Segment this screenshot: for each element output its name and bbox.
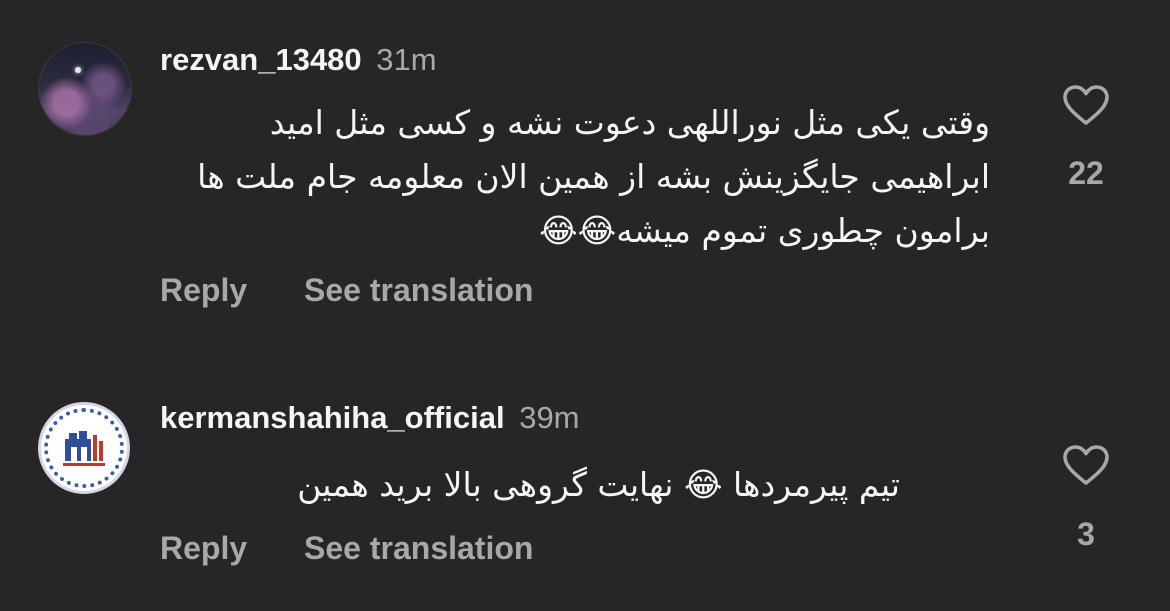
moon-decoration [75,67,81,73]
avatar[interactable] [38,402,130,494]
like-count: 3 [1077,516,1095,552]
comment-text: تیم پیرمردها 😂 نهایت گروهی بالا برید همی… [297,465,900,504]
comment-actions: Reply See translation [160,530,533,567]
see-translation-button[interactable]: See translation [304,530,533,566]
like-count: 22 [1068,155,1104,191]
comment-item: rezvan_13480 31m وقتی یکی مثل نوراللهی د… [0,0,1170,340]
reply-button[interactable]: Reply [160,530,247,566]
comment-header: rezvan_13480 31m [160,42,437,78]
kermanshahiha-logo-icon [63,431,105,466]
see-translation-button[interactable]: See translation [304,272,533,308]
avatar[interactable] [38,42,132,136]
heart-outline-icon[interactable] [1062,84,1110,126]
comment-timestamp: 31m [376,42,437,77]
comment-text: وقتی یکی مثل نوراللهی دعوت نشه و کسی مثل… [197,103,990,250]
heart-outline-icon[interactable] [1062,444,1110,486]
comment-item: kermanshahiha_official 39m تیم پیرمردها … [0,380,1170,611]
comment-header: kermanshahiha_official 39m [160,400,580,436]
username-link[interactable]: kermanshahiha_official [160,400,505,435]
comment-actions: Reply See translation [160,272,533,309]
reply-button[interactable]: Reply [160,272,247,308]
username-link[interactable]: rezvan_13480 [160,42,362,77]
comment-timestamp: 39m [519,400,580,435]
